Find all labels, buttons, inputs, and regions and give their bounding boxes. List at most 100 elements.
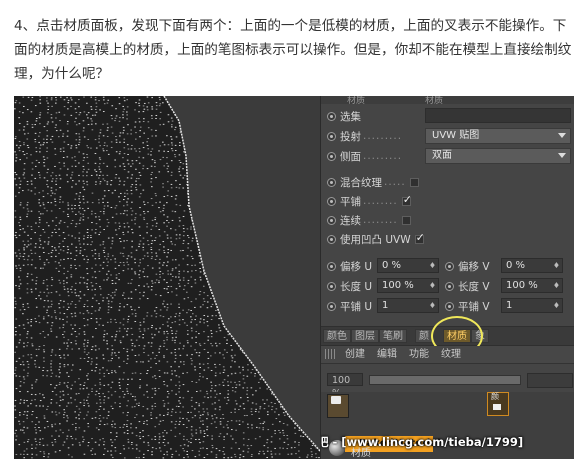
row-tiles-v: 平铺 V xyxy=(439,297,490,315)
zoom-extra-field[interactable] xyxy=(527,373,573,388)
zoom-row: 100 % xyxy=(321,372,574,399)
length-u-radio-icon[interactable] xyxy=(327,281,336,291)
panel-top-cut: 材质 材质 xyxy=(321,96,574,106)
row-side: 侧面 ......... xyxy=(321,147,402,165)
offset-u-label: 偏移 U xyxy=(340,260,373,273)
side-dots: ......... xyxy=(363,150,403,162)
zoom-field[interactable]: 100 % xyxy=(327,373,363,399)
row-tiles-u: 平铺 U xyxy=(321,297,372,315)
projection-radio-icon[interactable] xyxy=(327,131,336,141)
tile-dots: ........ xyxy=(363,195,398,207)
menu-create[interactable]: 创建 xyxy=(345,348,365,361)
length-u-label: 长度 U xyxy=(340,280,373,293)
tab-partial[interactable]: 颜 xyxy=(415,329,433,343)
tiles-u-label: 平铺 U xyxy=(340,300,373,313)
offset-v-value: 0 % xyxy=(506,260,526,271)
length-u-value: 100 % xyxy=(382,280,414,291)
wireframe-mesh xyxy=(14,96,320,459)
row-offset-v: 偏移 V xyxy=(439,257,490,275)
watermark: C4D吧 - [www.lincg.com/tieba/1799] xyxy=(321,435,524,449)
row-seamless: 连续 ........ xyxy=(321,211,411,229)
menu-edit[interactable]: 编辑 xyxy=(377,348,397,361)
3d-viewport[interactable] xyxy=(14,96,320,459)
tiles-v-label: 平铺 V xyxy=(458,300,490,313)
length-v-radio-icon[interactable] xyxy=(445,281,454,291)
row-length-u: 长度 U xyxy=(321,277,372,295)
offset-v-label: 偏移 V xyxy=(458,260,490,273)
row-use-bump-uvw: 使用凹凸 UVW xyxy=(321,230,425,248)
tab-objects[interactable]: 象 xyxy=(471,329,489,343)
white-swatch-icon xyxy=(493,404,501,410)
top-cut-label: 材质 xyxy=(347,96,366,106)
spinner-icon[interactable]: ♦ xyxy=(429,259,436,272)
side-value: 双面 xyxy=(432,150,452,161)
side-dropdown[interactable]: 双面 xyxy=(425,148,571,164)
offset-u-field[interactable]: 0 % ♦ xyxy=(377,258,439,273)
spinner-icon[interactable]: ♦ xyxy=(553,259,560,272)
seamless-dots: ........ xyxy=(363,214,398,226)
row-mix-texture: 混合纹理 ..... xyxy=(321,173,419,191)
tile-checkbox[interactable] xyxy=(401,193,412,206)
tiles-u-radio-icon[interactable] xyxy=(327,301,336,311)
tiles-u-field[interactable]: 1 ♦ xyxy=(377,298,439,313)
tab-brush[interactable]: 笔刷 xyxy=(379,329,407,343)
seamless-radio-icon[interactable] xyxy=(327,215,336,225)
mix-texture-checkbox[interactable] xyxy=(409,177,419,187)
use-bump-uvw-checkbox[interactable] xyxy=(414,231,425,244)
projection-dots: ......... xyxy=(363,130,403,142)
tab-bar: 颜色 图层 笔刷 颜 材质 象 xyxy=(321,326,574,346)
projection-label: 投射 xyxy=(340,130,361,143)
tab-color[interactable]: 颜色 xyxy=(323,329,351,343)
row-offset-u: 偏移 U xyxy=(321,257,372,275)
spinner-icon[interactable]: ♦ xyxy=(553,299,560,312)
zoom-slider[interactable] xyxy=(369,375,521,385)
tiles-v-radio-icon[interactable] xyxy=(445,301,454,311)
tiles-u-value: 1 xyxy=(382,300,389,311)
mix-texture-label: 混合纹理 xyxy=(340,176,382,189)
side-radio-icon[interactable] xyxy=(327,151,336,161)
row-tile: 平铺 ........ xyxy=(321,192,412,210)
chevron-down-icon xyxy=(558,133,566,138)
article-paragraph: 4、点击材质面板，发现下面有两个：上面的一个是低模的材质，上面的叉表示不能操作。… xyxy=(14,18,572,82)
tiles-v-field[interactable]: 1 ♦ xyxy=(501,298,563,313)
selection-field[interactable] xyxy=(425,108,571,123)
row-selection: 选集 xyxy=(321,107,361,125)
length-u-field[interactable]: 100 % ♦ xyxy=(377,278,439,293)
row-length-v: 长度 V xyxy=(439,277,490,295)
material-thumb-high-label: 颜 xyxy=(491,392,499,401)
length-v-value: 100 % xyxy=(506,280,538,291)
top-cut-value: 材质 xyxy=(425,96,444,106)
use-bump-uvw-label: 使用凹凸 UVW xyxy=(340,233,411,246)
projection-dropdown[interactable]: UVW 贴图 xyxy=(425,128,571,144)
tile-label: 平铺 xyxy=(340,195,361,208)
projection-value: UVW 贴图 xyxy=(432,130,480,141)
mix-texture-radio-icon[interactable] xyxy=(327,177,336,187)
tab-layers[interactable]: 图层 xyxy=(351,329,379,343)
side-label: 侧面 xyxy=(340,150,361,163)
offset-v-radio-icon[interactable] xyxy=(445,261,454,271)
lock-icon xyxy=(331,396,341,404)
seamless-label: 连续 xyxy=(340,214,361,227)
mix-texture-dots: ..... xyxy=(384,176,406,188)
seamless-checkbox[interactable] xyxy=(401,215,411,225)
offset-v-field[interactable]: 0 % ♦ xyxy=(501,258,563,273)
menu-function[interactable]: 功能 xyxy=(409,348,429,361)
tab-materials[interactable]: 材质 xyxy=(443,329,471,343)
length-v-field[interactable]: 100 % ♦ xyxy=(501,278,563,293)
tiles-v-value: 1 xyxy=(506,300,513,311)
spinner-icon[interactable]: ♦ xyxy=(429,299,436,312)
offset-u-radio-icon[interactable] xyxy=(327,261,336,271)
article-text: 4、点击材质面板，发现下面有两个：上面的一个是低模的材质，上面的叉表示不能操作。… xyxy=(14,14,576,86)
use-bump-uvw-radio-icon[interactable] xyxy=(327,234,336,244)
spinner-icon[interactable]: ♦ xyxy=(429,279,436,292)
spinner-icon[interactable]: ♦ xyxy=(553,279,560,292)
attribute-panel: 材质 材质 选集 投射 ......... UVW 贴图 侧面 ........… xyxy=(320,96,574,459)
length-v-label: 长度 V xyxy=(458,280,490,293)
offset-u-value: 0 % xyxy=(382,260,402,271)
menu-texture[interactable]: 纹理 xyxy=(441,348,461,361)
mesh-silhouette xyxy=(14,96,320,459)
selection-label: 选集 xyxy=(340,110,361,123)
tile-radio-icon[interactable] xyxy=(327,196,336,206)
selection-radio-icon[interactable] xyxy=(327,111,336,121)
grip-icon[interactable] xyxy=(325,349,337,359)
